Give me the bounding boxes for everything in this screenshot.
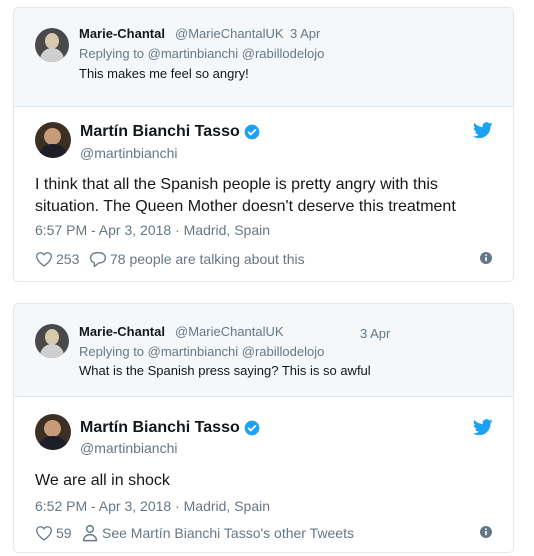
author-handle[interactable]: @martinbianchi <box>80 440 177 456</box>
speech-bubble-icon[interactable] <box>89 251 107 268</box>
parent-tweet[interactable]: Marie-Chantal @MarieChantalUK 3 Apr Repl… <box>14 304 513 397</box>
verified-badge-icon <box>244 124 260 140</box>
tweet-text-line: situation. The Queen Mother doesn't dese… <box>35 198 456 215</box>
person-icon[interactable] <box>82 524 98 542</box>
author-name[interactable]: Martín Bianchi Tasso <box>80 123 240 141</box>
martin-bianchi-avatar[interactable] <box>35 414 71 450</box>
other-tweets-link[interactable]: See Martín Bianchi Tasso's other Tweets <box>102 525 354 541</box>
heart-icon[interactable] <box>35 251 53 267</box>
info-icon[interactable] <box>480 252 492 264</box>
martin-bianchi-avatar[interactable] <box>35 122 71 158</box>
parent-tweet-text: What is the Spanish press saying? This i… <box>79 363 371 378</box>
tweet-text-line: We are all in shock <box>35 472 170 489</box>
tweet-timestamp-location[interactable]: 6:57 PM - Apr 3, 2018 · Madrid, Spain <box>35 222 270 238</box>
heart-icon[interactable] <box>35 525 53 541</box>
info-icon[interactable] <box>480 526 492 538</box>
parent-author-name[interactable]: Marie-Chantal <box>79 324 165 339</box>
parent-tweet-date[interactable]: 3 Apr <box>290 26 320 41</box>
parent-author-handle[interactable]: @MarieChantalUK <box>175 26 284 41</box>
replying-to-text[interactable]: Replying to @martinbianchi @rabillodeloj… <box>79 344 324 359</box>
replying-to-text[interactable]: Replying to @martinbianchi @rabillodeloj… <box>79 46 324 61</box>
twitter-bird-icon[interactable] <box>473 122 493 139</box>
tweet-text-line: I think that all the Spanish people is p… <box>35 176 438 193</box>
marie-chantal-avatar[interactable] <box>35 324 69 358</box>
like-count[interactable]: 253 <box>56 251 79 267</box>
parent-author-handle[interactable]: @MarieChantalUK <box>175 324 284 339</box>
embedded-tweet-card[interactable]: Marie-Chantal @MarieChantalUK 3 Apr Repl… <box>13 303 514 553</box>
verified-badge-icon <box>244 420 260 436</box>
parent-tweet-date[interactable]: 3 Apr <box>360 326 390 341</box>
tweet-timestamp-location[interactable]: 6:52 PM - Apr 3, 2018 · Madrid, Spain <box>35 498 270 514</box>
author-name[interactable]: Martín Bianchi Tasso <box>80 419 240 437</box>
marie-chantal-avatar[interactable] <box>35 28 69 62</box>
parent-tweet[interactable]: Marie-Chantal @MarieChantalUK 3 Apr Repl… <box>14 8 513 107</box>
author-handle[interactable]: @martinbianchi <box>80 145 177 161</box>
talking-about-link[interactable]: 78 people are talking about this <box>110 251 305 267</box>
twitter-bird-icon[interactable] <box>473 419 493 436</box>
parent-tweet-text: This makes me feel so angry! <box>79 66 249 81</box>
parent-author-name[interactable]: Marie-Chantal <box>79 26 165 41</box>
embedded-tweet-card[interactable]: Marie-Chantal @MarieChantalUK 3 Apr Repl… <box>13 7 514 282</box>
like-count[interactable]: 59 <box>56 525 72 541</box>
